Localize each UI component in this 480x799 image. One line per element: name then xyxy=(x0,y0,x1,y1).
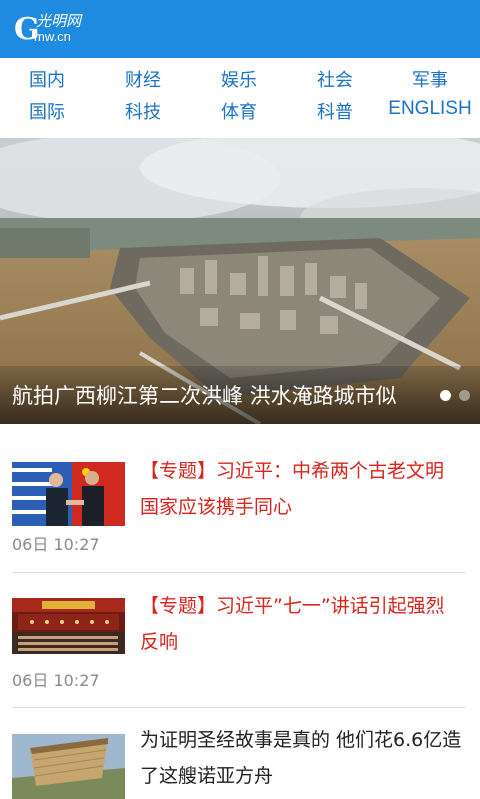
news-title[interactable]: 【专题】习近平：中希两个古老文明国家应该携手同心 xyxy=(140,453,462,525)
nav-item-international[interactable]: 国际 xyxy=(29,98,65,124)
hero-title[interactable]: 航拍广西柳江第二次洪峰 洪水淹路城市似 xyxy=(12,380,397,410)
ark-ship-photo xyxy=(12,734,125,799)
hero-caption: 航拍广西柳江第二次洪峰 洪水淹路城市似 xyxy=(0,366,480,424)
svg-text:光明网: 光明网 xyxy=(36,12,83,30)
divider xyxy=(12,572,466,573)
news-title[interactable]: 【专题】习近平”七一”讲话引起强烈反响 xyxy=(140,588,462,660)
nav-item-technology[interactable]: 科技 xyxy=(125,98,161,124)
gmw-logo[interactable]: G 光明网 mw.cn xyxy=(14,10,94,48)
news-title[interactable]: 为证明圣经故事是真的 他们花6.6亿造了这艘诺亚方舟 xyxy=(140,722,462,794)
nav-item-finance[interactable]: 财经 xyxy=(125,66,161,92)
nav-item-sports[interactable]: 体育 xyxy=(221,98,257,124)
svg-text:mw.cn: mw.cn xyxy=(34,29,71,44)
nav-item-society[interactable]: 社会 xyxy=(317,66,353,92)
news-time: 06日 10:27 xyxy=(12,535,100,554)
nav-item-military[interactable]: 军事 xyxy=(412,66,448,92)
nav-item-domestic[interactable]: 国内 xyxy=(29,66,65,92)
divider xyxy=(12,707,466,708)
news-thumbnail[interactable] xyxy=(12,598,125,654)
top-bar: G 光明网 mw.cn xyxy=(0,0,480,58)
carousel-indicator xyxy=(440,390,470,401)
leaders-handshake-photo xyxy=(12,462,125,526)
carousel-dot-active[interactable] xyxy=(440,390,451,401)
category-nav: 国内 财经 娱乐 社会 军事 国际 科技 体育 科普 ENGLISH xyxy=(0,58,480,138)
news-time: 06日 10:27 xyxy=(12,671,100,690)
nav-item-entertainment[interactable]: 娱乐 xyxy=(221,66,257,92)
nav-item-english[interactable]: ENGLISH xyxy=(388,98,471,120)
nav-item-science[interactable]: 科普 xyxy=(317,98,353,124)
carousel-dot[interactable] xyxy=(459,390,470,401)
assembly-hall-photo xyxy=(12,598,125,654)
news-thumbnail[interactable] xyxy=(12,462,125,526)
hero-carousel[interactable]: 航拍广西柳江第二次洪峰 洪水淹路城市似 xyxy=(0,138,480,424)
news-thumbnail[interactable] xyxy=(12,734,125,799)
